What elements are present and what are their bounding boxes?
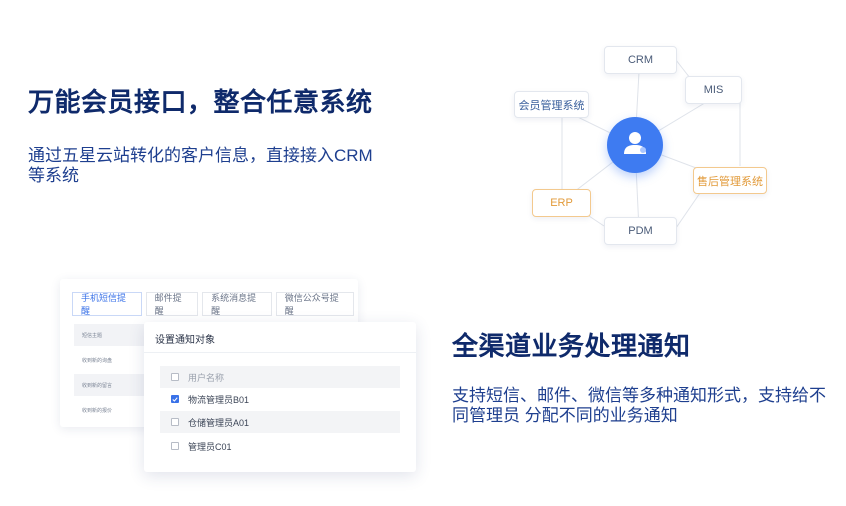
recipients-header-row: 用户名称 [160,366,400,388]
list-item[interactable]: 收到新的报价 [74,399,152,421]
connector-erp-pdm [588,215,605,227]
recipient-name: 物流管理员B01 [188,394,250,405]
row-checkbox[interactable] [171,395,179,403]
user-group-icon [620,128,650,163]
section-title-notification: 全渠道业务处理通知 [452,331,691,361]
section-description-notification: 支持短信、邮件、微信等多种通知形式，支持给不同管理员 分配不同的业务通知 [452,386,826,425]
connector-pdm-after [675,192,701,229]
check-icon [172,396,178,402]
divider [144,352,416,353]
set-recipients-dialog: 设置通知对象 用户名称 物流管理员B01 仓储管理员A01 管理员C01 [144,322,416,472]
diagram-node-after-sales: 售后管理系统 [693,167,767,194]
list-item[interactable]: 收到新的询盘 [74,349,152,371]
notification-tabs: 手机短信提醒 邮件提醒 系统消息提醒 微信公众号提醒 [72,292,358,316]
tab-email[interactable]: 邮件提醒 [145,292,199,316]
notification-event-list: 短信主题 收到新的询盘 收到新的留言 收到新的报价 [74,324,152,424]
list-item[interactable]: 收到新的留言 [74,374,152,396]
select-all-checkbox[interactable] [171,373,179,381]
tab-wechat[interactable]: 微信公众号提醒 [275,292,354,316]
tab-sms[interactable]: 手机短信提醒 [72,292,142,316]
list-item: 短信主题 [74,324,152,346]
recipient-name: 仓储管理员A01 [188,417,250,428]
row-checkbox[interactable] [171,418,179,426]
diagram-hub [607,117,663,173]
tab-system-message[interactable]: 系统消息提醒 [202,292,272,316]
diagram-node-pdm: PDM [604,217,677,245]
column-header-username: 用户名称 [188,372,225,383]
diagram-node-mis: MIS [685,76,742,104]
table-row[interactable]: 管理员C01 [160,435,400,457]
table-row[interactable]: 物流管理员B01 [160,388,400,410]
row-checkbox[interactable] [171,442,179,450]
table-row[interactable]: 仓储管理员A01 [160,411,400,433]
recipient-name: 管理员C01 [188,441,232,452]
diagram-node-crm: CRM [604,46,677,74]
diagram-node-member-system: 会员管理系统 [514,91,589,118]
dialog-title: 设置通知对象 [155,335,215,346]
diagram-node-erp: ERP [532,189,591,217]
